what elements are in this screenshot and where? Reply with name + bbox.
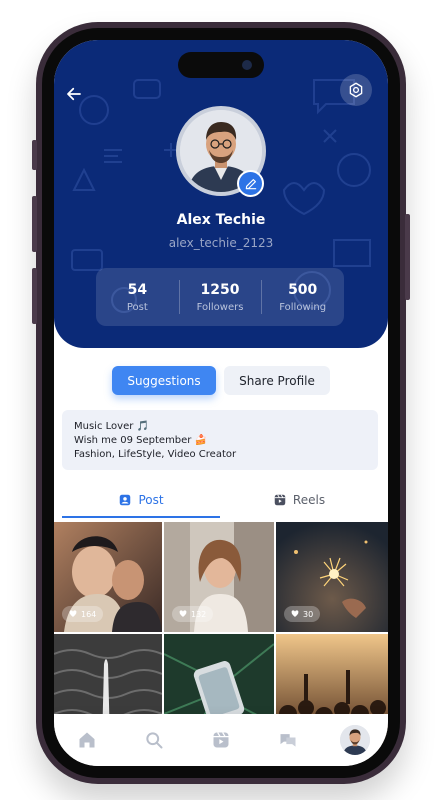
chat-icon: [280, 734, 296, 747]
reels-icon: [213, 732, 229, 748]
heart-icon: [179, 610, 187, 617]
likes-badge: 132: [172, 606, 214, 622]
profile-bio: Music Lover 🎵 Wish me 09 September 🍰 Fas…: [62, 410, 378, 470]
post-icon: [120, 494, 131, 506]
mute-switch: [32, 140, 37, 170]
profile-actions: Suggestions Share Profile: [54, 366, 388, 395]
bio-line: Music Lover 🎵: [74, 421, 149, 432]
posts-grid: 164 132 30: [54, 522, 388, 744]
profile-header: Alex Techie alex_techie_2123 54 Post 125…: [54, 40, 388, 348]
likes-count: 164: [81, 609, 97, 619]
bio-line: Wish me 09 September 🍰: [74, 435, 208, 446]
post-thumbnail[interactable]: 164: [54, 522, 162, 632]
stat-followers[interactable]: 1250 Followers: [178, 268, 262, 326]
stat-following[interactable]: 500 Following: [261, 268, 344, 326]
nav-search[interactable]: [138, 724, 170, 756]
stat-label: Followers: [196, 301, 244, 313]
bio-line: Fashion, LifeStyle, Video Creator: [74, 449, 237, 460]
likes-count: 30: [303, 609, 314, 619]
nav-reels[interactable]: [205, 724, 237, 756]
share-profile-button[interactable]: Share Profile: [224, 366, 330, 395]
volume-up-button: [32, 196, 37, 252]
profile-stats: 54 Post 1250 Followers 500 Following: [96, 268, 344, 326]
tab-reels[interactable]: Reels: [220, 482, 378, 518]
heart-icon: [69, 610, 77, 617]
edit-avatar-button[interactable]: [237, 170, 264, 197]
phone-frame: Alex Techie alex_techie_2123 54 Post 125…: [32, 22, 410, 784]
screen: Alex Techie alex_techie_2123 54 Post 125…: [54, 40, 388, 766]
search-icon: [146, 732, 163, 749]
arrow-left-icon: [67, 87, 81, 101]
back-button[interactable]: [60, 80, 88, 108]
home-icon: [79, 732, 95, 748]
heart-icon: [291, 610, 299, 617]
likes-count: 132: [191, 609, 207, 619]
likes-badge: 30: [284, 606, 321, 622]
nav-profile[interactable]: [339, 724, 371, 756]
stat-value: 500: [288, 281, 318, 298]
profile-avatar: [339, 725, 370, 755]
tab-label: Reels: [292, 493, 326, 507]
dynamic-island: [178, 52, 264, 78]
volume-down-button: [32, 268, 37, 324]
suggestions-button[interactable]: Suggestions: [112, 366, 216, 395]
tab-post[interactable]: Post: [62, 482, 220, 518]
post-thumbnail[interactable]: 132: [164, 522, 274, 632]
nav-chat[interactable]: [272, 724, 304, 756]
bottom-navigation: [54, 714, 388, 766]
stat-value: 1250: [200, 281, 240, 298]
profile-username: alex_techie_2123: [168, 236, 274, 250]
reels-icon: [274, 494, 286, 506]
pencil-icon: [245, 178, 256, 189]
stat-label: Post: [126, 301, 148, 313]
content-tabs: Post Reels: [62, 482, 378, 518]
post-thumbnail[interactable]: 30: [276, 522, 388, 632]
power-button: [405, 214, 410, 300]
nav-home[interactable]: [71, 724, 103, 756]
stat-label: Following: [279, 301, 327, 313]
avatar-photo: [339, 725, 370, 755]
tab-label: Post: [138, 493, 164, 507]
settings-button[interactable]: [340, 74, 372, 106]
gear-icon: [349, 82, 363, 98]
stat-posts[interactable]: 54 Post: [96, 268, 179, 326]
profile-name: Alex Techie: [176, 212, 266, 228]
stat-value: 54: [127, 281, 148, 298]
likes-badge: 164: [62, 606, 104, 622]
